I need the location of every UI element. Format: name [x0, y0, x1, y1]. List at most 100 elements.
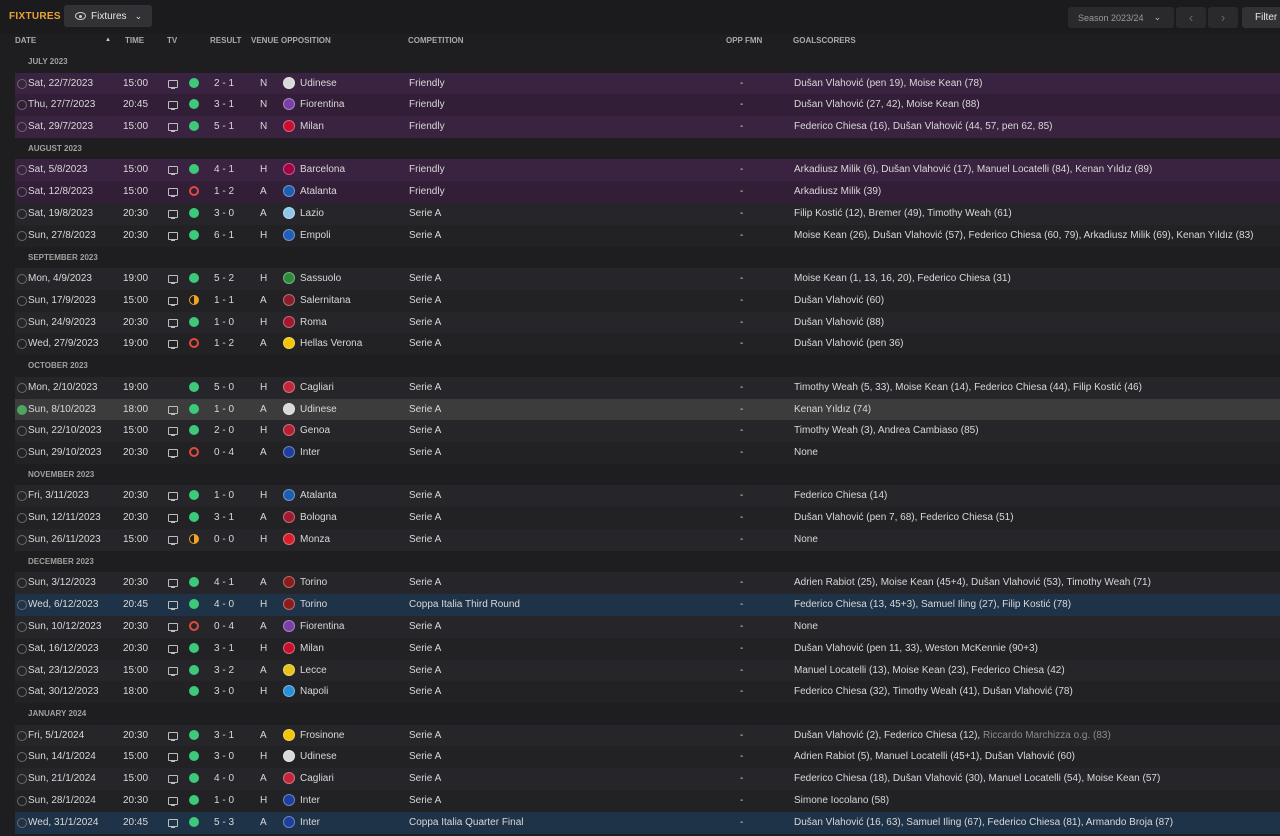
fixture-score[interactable]: 2 - 1 — [214, 78, 234, 89]
competition-name[interactable]: Serie A — [409, 577, 441, 588]
opposition-name[interactable]: Milan — [300, 121, 324, 132]
fixture-score[interactable]: 0 - 0 — [214, 534, 234, 545]
opposition-name[interactable]: Torino — [300, 599, 327, 610]
fixture-row[interactable]: Sun, 14/1/2024 15:00 3 - 0 H Udinese Serie A -… — [15, 746, 1280, 769]
fixture-score[interactable]: 4 - 0 — [214, 773, 234, 784]
fixture-row[interactable]: Sun, 8/10/2023 18:00 1 - 0 A Udinese Serie A -… — [15, 398, 1280, 421]
opposition-name[interactable]: Barcelona — [300, 164, 345, 175]
opposition-name[interactable]: Frosinone — [300, 730, 344, 741]
competition-name[interactable]: Serie A — [409, 338, 441, 349]
competition-name[interactable]: Coppa Italia Third Round — [409, 599, 520, 610]
competition-name[interactable]: Serie A — [409, 795, 441, 806]
fixture-row[interactable]: Wed, 6/12/2023 20:45 4 - 0 H Torino Coppa Ita… — [15, 594, 1280, 616]
competition-name[interactable]: Serie A — [409, 382, 441, 393]
fixture-score[interactable]: 5 - 2 — [214, 273, 234, 284]
fixture-score[interactable]: 5 - 0 — [214, 382, 234, 393]
fixture-row[interactable]: Wed, 27/9/2023 19:00 1 - 2 A Hellas Verona Se… — [15, 333, 1280, 356]
competition-name[interactable]: Friendly — [409, 164, 445, 175]
fixture-row[interactable]: Sun, 24/9/2023 20:30 1 - 0 H Roma Serie A - Duš… — [15, 311, 1280, 334]
opposition-name[interactable]: Sassuolo — [300, 273, 341, 284]
col-opp-fmn[interactable]: OPP FMN — [726, 36, 762, 45]
fixture-row[interactable]: Sun, 12/11/2023 20:30 3 - 1 A Bologna Serie A… — [15, 507, 1280, 530]
previous-season-button[interactable]: ‹ — [1176, 7, 1206, 28]
fixture-score[interactable]: 3 - 1 — [214, 730, 234, 741]
fixture-row[interactable]: Fri, 5/1/2024 20:30 3 - 1 A Frosinone Serie A… — [15, 724, 1280, 747]
fixture-row[interactable]: Sat, 29/7/2023 15:00 5 - 1 N Milan Friendly - F… — [15, 116, 1280, 138]
fixture-score[interactable]: 3 - 0 — [214, 208, 234, 219]
opposition-name[interactable]: Inter — [300, 795, 320, 806]
season-selector[interactable]: Season 2023/24 ⌄ — [1068, 7, 1174, 28]
fixture-row[interactable]: Mon, 2/10/2023 19:00 5 - 0 H Cagliari Serie A… — [15, 376, 1280, 399]
fixture-score[interactable]: 3 - 1 — [214, 99, 234, 110]
competition-name[interactable]: Serie A — [409, 404, 441, 415]
fixture-row[interactable]: Sat, 19/8/2023 20:30 3 - 0 A Lazio Serie A - Fi… — [15, 202, 1280, 225]
fixture-score[interactable]: 4 - 1 — [214, 164, 234, 175]
competition-name[interactable]: Serie A — [409, 643, 441, 654]
fixture-score[interactable]: 2 - 0 — [214, 425, 234, 436]
opposition-name[interactable]: Atalanta — [300, 490, 337, 501]
competition-name[interactable]: Serie A — [409, 686, 441, 697]
opposition-name[interactable]: Fiorentina — [300, 99, 344, 110]
fixture-row[interactable]: Fri, 3/11/2023 20:30 1 - 0 H Atalanta Serie A… — [15, 485, 1280, 508]
opposition-name[interactable]: Empoli — [300, 230, 331, 241]
fixture-row[interactable]: Sun, 21/1/2024 15:00 4 - 0 A Cagliari Serie A… — [15, 768, 1280, 791]
competition-name[interactable]: Friendly — [409, 186, 445, 197]
fixture-score[interactable]: 3 - 1 — [214, 512, 234, 523]
opposition-name[interactable]: Napoli — [300, 686, 328, 697]
fixture-score[interactable]: 4 - 1 — [214, 577, 234, 588]
fixture-row[interactable]: Sat, 5/8/2023 15:00 4 - 1 H Barcelona Friendl… — [15, 159, 1280, 182]
fixture-score[interactable]: 1 - 0 — [214, 490, 234, 501]
col-tv[interactable]: TV — [167, 36, 177, 45]
competition-name[interactable]: Serie A — [409, 447, 441, 458]
opposition-name[interactable]: Bologna — [300, 512, 337, 523]
col-competition[interactable]: COMPETITION — [408, 36, 464, 45]
fixture-row[interactable]: Sun, 26/11/2023 15:00 0 - 0 H Monza Serie A - N… — [15, 529, 1280, 551]
competition-name[interactable]: Serie A — [409, 295, 441, 306]
opposition-name[interactable]: Udinese — [300, 751, 337, 762]
fixture-score[interactable]: 0 - 4 — [214, 447, 234, 458]
fixture-score[interactable]: 0 - 4 — [214, 621, 234, 632]
fixture-score[interactable]: 5 - 3 — [214, 817, 234, 828]
competition-name[interactable]: Serie A — [409, 665, 441, 676]
opposition-name[interactable]: Salernitana — [300, 295, 351, 306]
fixture-row[interactable]: Sat, 30/12/2023 18:00 3 - 0 H Napoli Serie A -… — [15, 681, 1280, 704]
competition-name[interactable]: Friendly — [409, 99, 445, 110]
opposition-name[interactable]: Hellas Verona — [300, 338, 362, 349]
competition-name[interactable]: Serie A — [409, 273, 441, 284]
opposition-name[interactable]: Monza — [300, 534, 330, 545]
opposition-name[interactable]: Cagliari — [300, 382, 334, 393]
col-goalscorers[interactable]: GOALSCORERS — [793, 36, 856, 45]
fixture-row[interactable]: Sun, 22/10/2023 15:00 2 - 0 H Genoa Serie A - T… — [15, 420, 1280, 443]
opposition-name[interactable]: Roma — [300, 317, 327, 328]
fixture-row[interactable]: Mon, 4/9/2023 19:00 5 - 2 H Sassuolo Serie A -… — [15, 268, 1280, 290]
competition-name[interactable]: Serie A — [409, 490, 441, 501]
col-date[interactable]: DATE — [15, 36, 36, 45]
fixture-row[interactable]: Sat, 22/7/2023 15:00 2 - 1 N Udinese Friendly… — [15, 72, 1280, 95]
fixture-score[interactable]: 1 - 2 — [214, 338, 234, 349]
col-venue[interactable]: VENUE — [251, 36, 279, 45]
col-opposition[interactable]: OPPOSITION — [281, 36, 331, 45]
opposition-name[interactable]: Lecce — [300, 665, 327, 676]
opposition-name[interactable]: Udinese — [300, 78, 337, 89]
competition-name[interactable]: Serie A — [409, 773, 441, 784]
fixture-score[interactable]: 3 - 2 — [214, 665, 234, 676]
next-season-button[interactable]: › — [1208, 7, 1238, 28]
fixture-score[interactable]: 3 - 0 — [214, 751, 234, 762]
view-selector-button[interactable]: Fixtures ⌄ — [64, 5, 152, 27]
competition-name[interactable]: Serie A — [409, 534, 441, 545]
fixture-score[interactable]: 6 - 1 — [214, 230, 234, 241]
col-time[interactable]: TIME — [125, 36, 144, 45]
fixture-row[interactable]: Thu, 27/7/2023 20:45 3 - 1 N Fiorentina Frien… — [15, 94, 1280, 117]
fixture-row[interactable]: Sun, 17/9/2023 15:00 1 - 1 A Salernitana Seri… — [15, 289, 1280, 312]
fixture-row[interactable]: Sun, 3/12/2023 20:30 4 - 1 A Torino Serie A - A… — [15, 572, 1280, 595]
opposition-name[interactable]: Cagliari — [300, 773, 334, 784]
fixture-score[interactable]: 1 - 1 — [214, 295, 234, 306]
competition-name[interactable]: Serie A — [409, 751, 441, 762]
competition-name[interactable]: Serie A — [409, 317, 441, 328]
competition-name[interactable]: Serie A — [409, 208, 441, 219]
competition-name[interactable]: Serie A — [409, 512, 441, 523]
opposition-name[interactable]: Lazio — [300, 208, 324, 219]
fixture-score[interactable]: 4 - 0 — [214, 599, 234, 610]
fixture-score[interactable]: 3 - 0 — [214, 686, 234, 697]
fixture-row[interactable]: Wed, 31/1/2024 20:45 5 - 3 A Inter Coppa Ital… — [15, 811, 1280, 834]
